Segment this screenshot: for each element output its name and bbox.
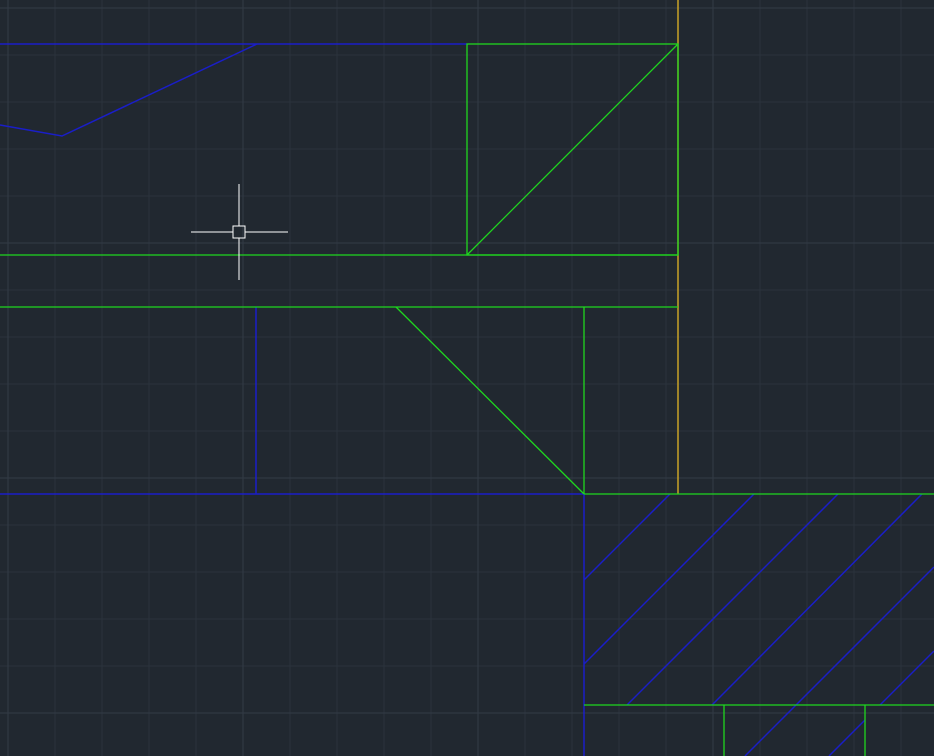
drawing-canvas[interactable]: [0, 0, 934, 756]
drawing-svg[interactable]: [0, 0, 934, 756]
